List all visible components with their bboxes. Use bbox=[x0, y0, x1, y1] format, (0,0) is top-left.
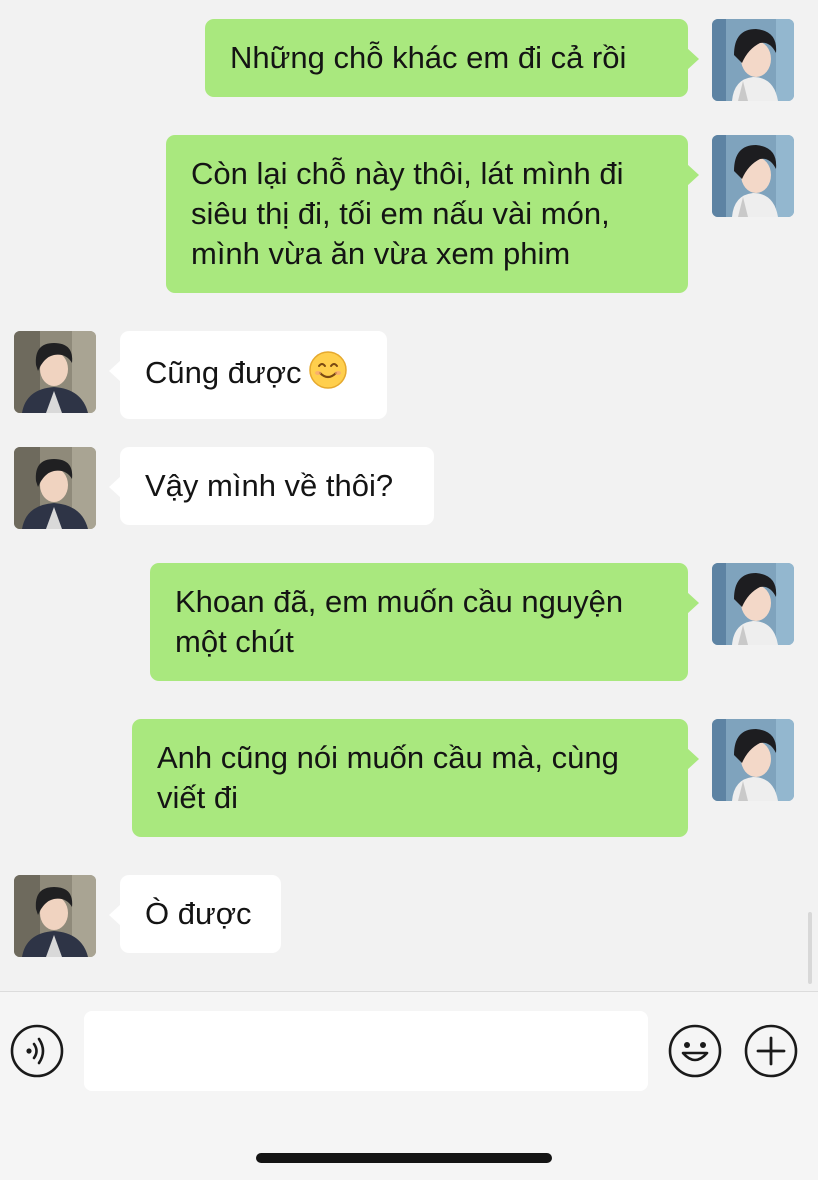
message-text: Anh cũng nói muốn cầu mà, cùng viết đi bbox=[157, 740, 619, 815]
emoji-face-icon bbox=[668, 1024, 722, 1078]
contact-avatar[interactable] bbox=[14, 447, 96, 529]
add-button[interactable] bbox=[744, 1024, 798, 1078]
my-avatar[interactable] bbox=[712, 719, 794, 801]
message-text: Vậy mình về thôi? bbox=[145, 468, 394, 503]
message-bubble-received[interactable]: Cũng được bbox=[109, 331, 387, 419]
smiling-face-emoji-icon bbox=[308, 350, 348, 400]
message-bubble-sent[interactable]: Khoan đã, em muốn cầu nguyện một chút bbox=[150, 563, 699, 681]
contact-avatar[interactable] bbox=[14, 875, 96, 957]
voice-button[interactable] bbox=[10, 1024, 64, 1078]
chat-input-bar bbox=[0, 991, 818, 1180]
my-avatar[interactable] bbox=[712, 135, 794, 217]
scroll-indicator[interactable] bbox=[808, 912, 812, 984]
my-avatar[interactable] bbox=[712, 19, 794, 101]
message-bubble-sent[interactable]: Anh cũng nói muốn cầu mà, cùng viết đi bbox=[132, 719, 699, 837]
message-bubble-sent[interactable]: Những chỗ khác em đi cả rồi bbox=[205, 19, 699, 97]
emoji-button[interactable] bbox=[668, 1024, 722, 1078]
message-text: Cũng được bbox=[145, 355, 302, 390]
message-input[interactable] bbox=[84, 1011, 648, 1091]
my-avatar[interactable] bbox=[712, 563, 794, 645]
message-text: Khoan đã, em muốn cầu nguyện một chút bbox=[175, 584, 624, 659]
message-text: Những chỗ khác em đi cả rồi bbox=[230, 40, 627, 75]
voice-icon bbox=[10, 1024, 64, 1078]
contact-avatar[interactable] bbox=[14, 331, 96, 413]
message-bubble-received[interactable]: Vậy mình về thôi? bbox=[109, 447, 434, 525]
message-bubble-received[interactable]: Ò được bbox=[109, 875, 281, 953]
message-bubble-sent[interactable]: Còn lại chỗ này thôi, lát mình đi siêu t… bbox=[166, 135, 699, 293]
message-text: Ò được bbox=[145, 896, 252, 931]
plus-circle-icon bbox=[744, 1024, 798, 1078]
home-indicator[interactable] bbox=[256, 1153, 552, 1163]
message-text: Còn lại chỗ này thôi, lát mình đi siêu t… bbox=[191, 156, 624, 271]
